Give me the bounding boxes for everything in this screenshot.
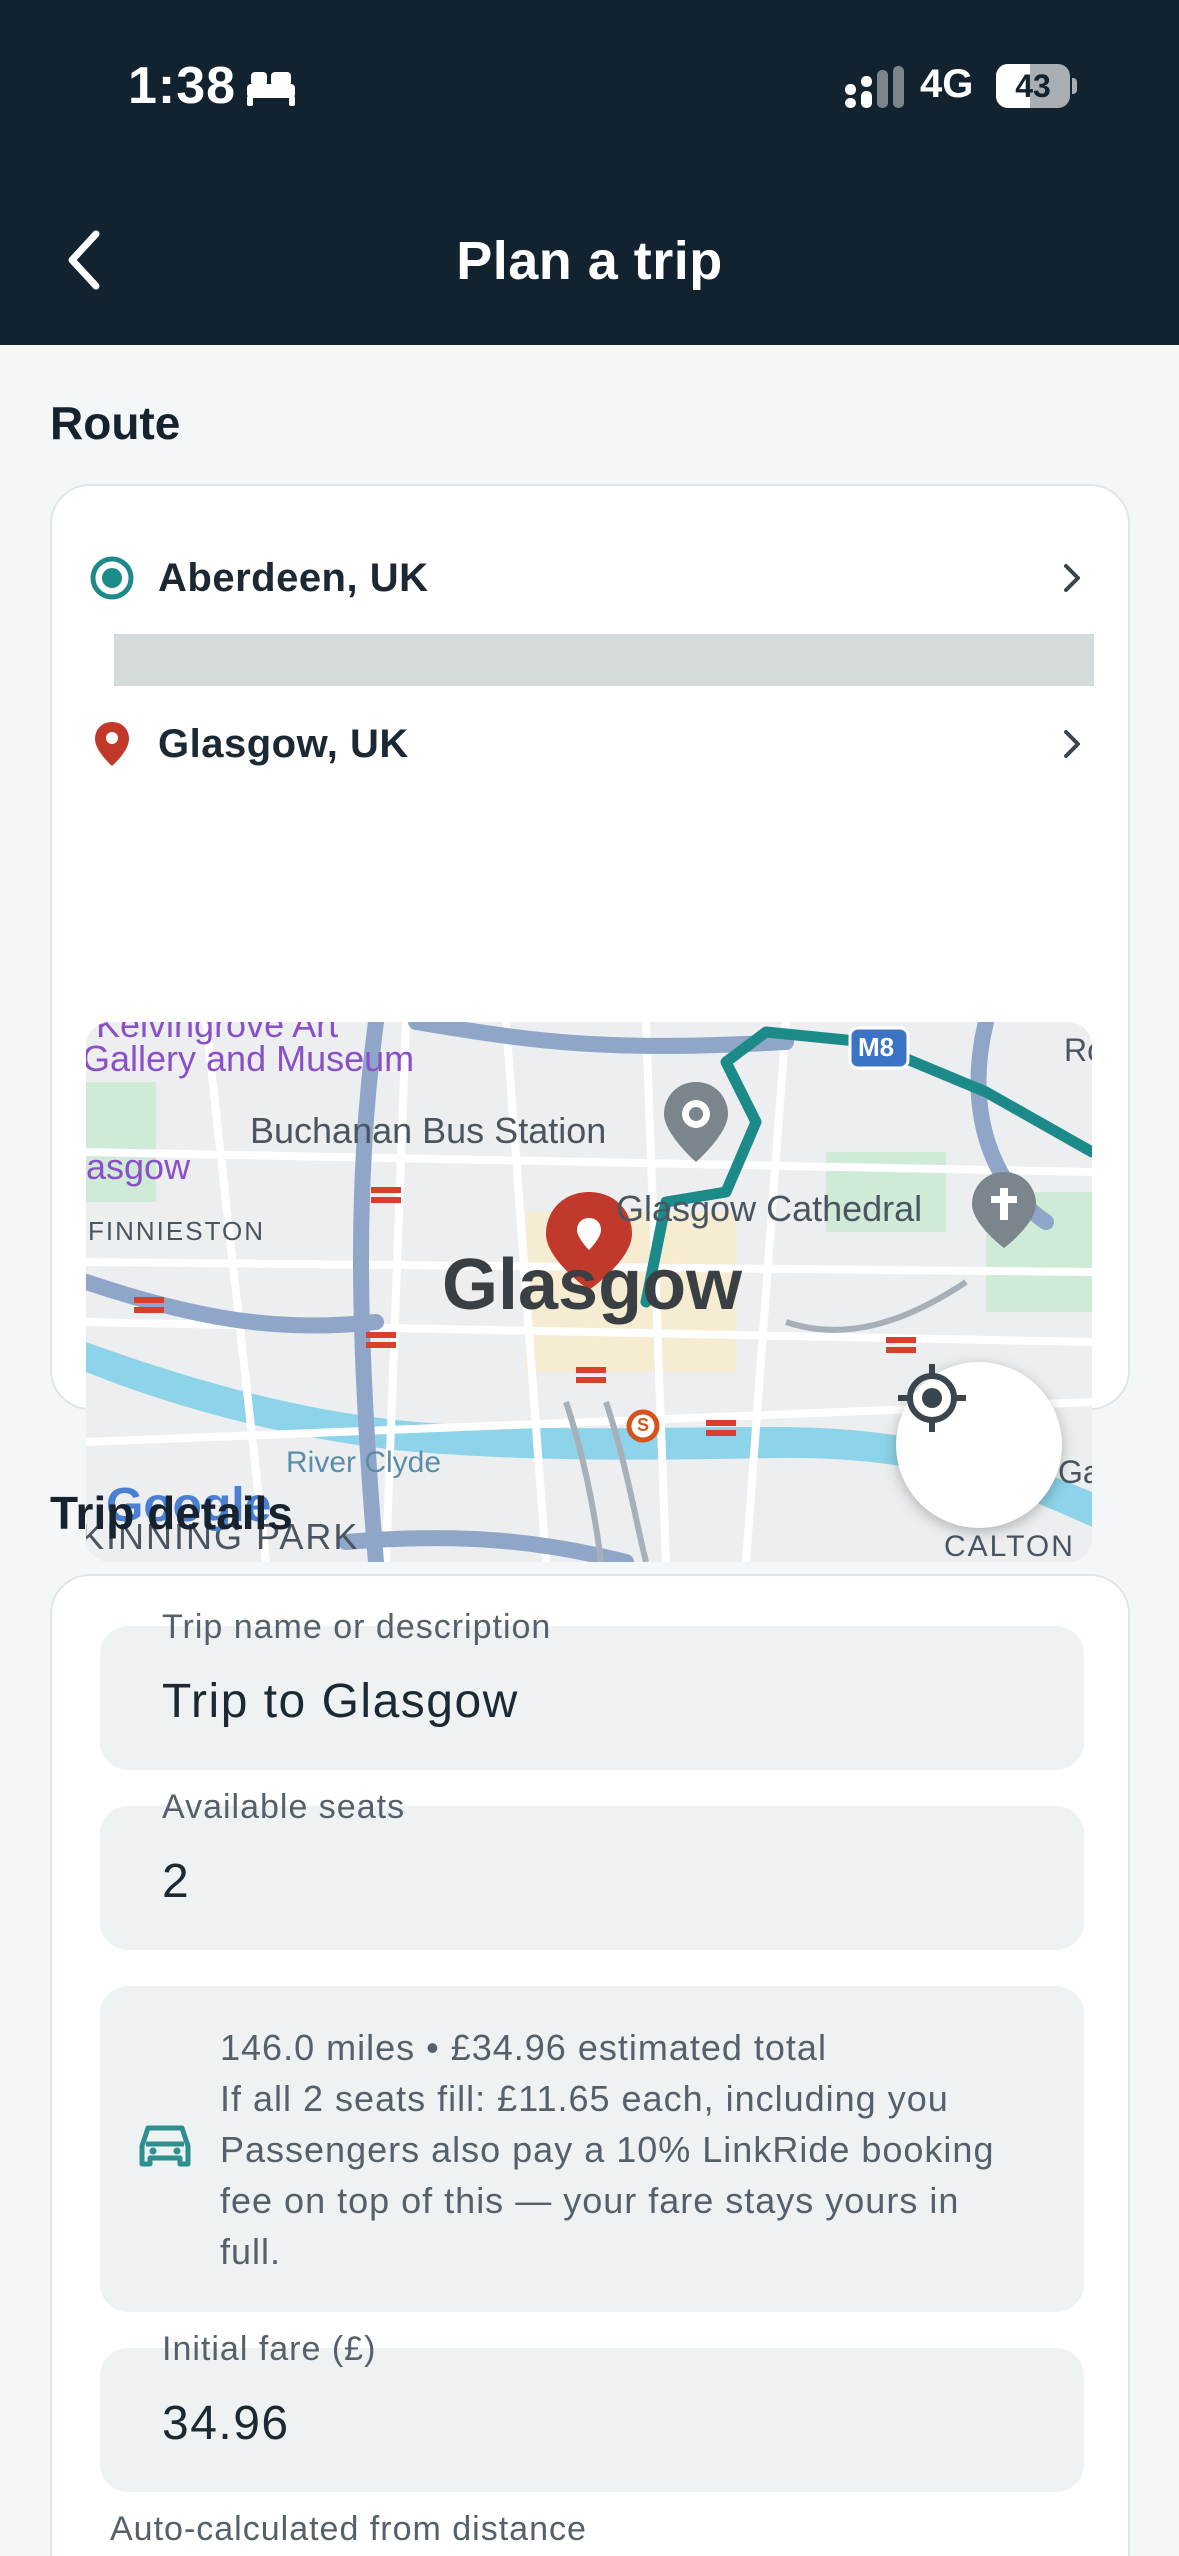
trip-details-card: Trip name or description Available seats… [50,1574,1130,2556]
route-divider [114,634,1094,686]
destination-row[interactable]: Glasgow, UK [88,694,1092,794]
map-label-edge-right-top: Ro [1064,1032,1092,1068]
seats-field[interactable]: Available seats [100,1788,1084,1950]
trip-details-section-title: Trip details [50,1487,293,1539]
battery-icon: 43 [996,64,1077,108]
origin-marker-icon [90,556,134,600]
route-section-title: Route [50,397,181,449]
origin-label: Aberdeen, UK [158,555,429,600]
status-time: 1:38 [128,57,237,115]
crosshair-icon [898,1364,966,1432]
destination-pin-icon [95,722,129,766]
subway-icon: S [637,1415,650,1435]
info-line-fee-2: fee on top of this — your fare stays you… [220,2180,960,2221]
map-label-cathedral: Glasgow Cathedral [616,1188,923,1229]
battery-level: 43 [1015,68,1051,104]
route-map[interactable]: Kelvingrove Art Gallery and Museum Bucha… [86,1022,1092,1562]
map-label-finnieston: FINNIESTON [88,1216,265,1246]
trip-name-input[interactable] [162,1674,1042,1729]
map-label-glasgow-small: asgow [86,1146,191,1187]
info-line-split: If all 2 seats fill: £11.65 each, includ… [220,2078,949,2119]
fare-field[interactable]: Initial fare (£) [100,2330,1084,2492]
chevron-right-icon [1064,730,1080,758]
sleep-focus-icon [247,72,295,106]
motorway-badge: M8 [858,1032,895,1062]
destination-label: Glasgow, UK [158,721,409,766]
info-line-fee-1: Passengers also pay a 10% LinkRide booki… [220,2129,995,2170]
trip-name-field[interactable]: Trip name or description [100,1608,1084,1770]
my-location-button[interactable] [896,1362,1062,1528]
fare-label: Initial fare (£) [162,2330,377,2368]
fare-input[interactable] [162,2396,1042,2451]
info-line-distance: 146.0 miles • £34.96 estimated total [220,2027,827,2068]
fare-helper-text: Auto-calculated from distance [110,2510,587,2548]
app-header: 1:38 4G 43 Plan a trip [0,0,1179,345]
page-title: Plan a trip [456,231,723,291]
network-label: 4G [920,62,974,106]
map-label-river: River Clyde [286,1446,442,1479]
map-label-bus-station: Buchanan Bus Station [250,1110,607,1151]
route-card: Aberdeen, UK Glasgow, UK Kelvingrove Art… [50,484,1130,1562]
info-line-fee-3: full. [220,2231,282,2272]
map-label-city: Glasgow [442,1245,743,1325]
seats-input[interactable] [162,1854,1042,1909]
fare-info-box: 146.0 miles • £34.96 estimated total If … [100,1986,1084,2312]
origin-row[interactable]: Aberdeen, UK [88,528,1092,628]
trip-name-label: Trip name or description [162,1608,552,1646]
signal-icon [845,66,904,108]
car-icon [139,2125,191,2167]
map-label-edge-right-mid: Ga [1058,1454,1092,1490]
map-label-calton: CALTON [944,1530,1075,1562]
seats-label: Available seats [162,1788,406,1826]
chevron-right-icon [1064,564,1080,592]
map-label-gallery-2: Gallery and Museum [86,1038,415,1079]
